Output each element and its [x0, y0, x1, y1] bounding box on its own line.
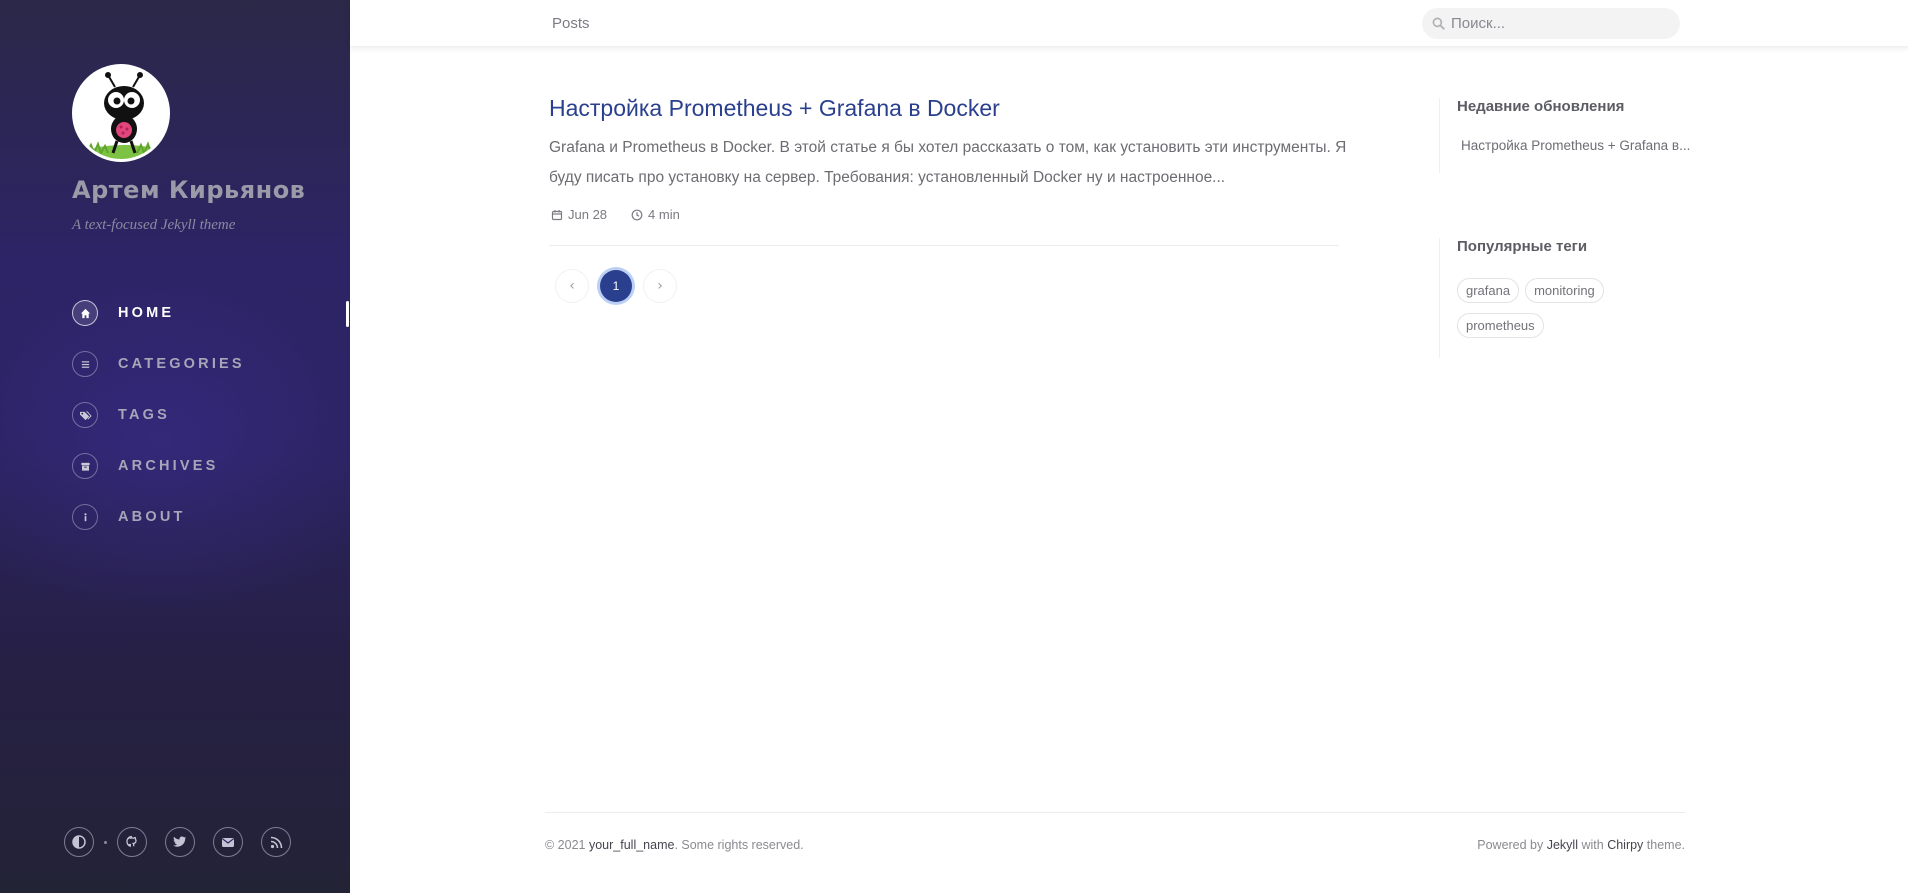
post-divider [549, 245, 1339, 246]
site-subtitle: A text-focused Jekyll theme [72, 217, 236, 233]
post-excerpt: Grafana и Prometheus в Docker. В этой ст… [549, 139, 1347, 186]
recent-update-link[interactable]: Настройка Prometheus + Grafana в... [1461, 138, 1690, 153]
email-icon[interactable] [213, 827, 243, 857]
powered-prefix: Powered by [1477, 838, 1547, 852]
powered-with: with [1578, 838, 1608, 852]
author-link[interactable]: your_full_name [589, 838, 674, 852]
avatar[interactable] [72, 64, 170, 162]
tag-list: grafana monitoring prometheus [1457, 278, 1687, 348]
clock-icon [631, 209, 643, 220]
pagination: ‹ 1 › [556, 270, 688, 302]
sidebar-item-label: HOME [118, 305, 175, 321]
topbar: Posts [350, 0, 1908, 47]
chirpy-link[interactable]: Chirpy [1607, 838, 1643, 852]
list-icon [72, 351, 98, 377]
prev-page-button[interactable]: ‹ [556, 270, 588, 302]
rss-icon[interactable] [261, 827, 291, 857]
search-icon [1432, 17, 1445, 30]
tags-icon [72, 402, 98, 428]
sidebar-item-label: ABOUT [118, 509, 186, 525]
powered-suffix: theme. [1643, 838, 1685, 852]
footer-divider [545, 812, 1685, 813]
archive-icon [72, 453, 98, 479]
home-icon [72, 300, 98, 326]
github-icon[interactable] [117, 827, 147, 857]
tag-prometheus[interactable]: prometheus [1457, 313, 1544, 338]
copyright-suffix: . Some rights reserved. [674, 838, 804, 852]
search-box[interactable] [1422, 8, 1680, 39]
sidebar-item-about[interactable]: ABOUT [72, 504, 342, 530]
sidebar-item-home[interactable]: HOME [72, 300, 342, 326]
sidebar-item-tags[interactable]: TAGS [72, 402, 342, 428]
sidebar-bottom-links [64, 827, 309, 857]
next-page-button[interactable]: › [644, 270, 676, 302]
calendar-icon [551, 209, 563, 220]
popular-tags-heading: Популярные теги [1457, 238, 1588, 255]
site-title[interactable]: Артем Кирьянов [72, 176, 305, 204]
twitter-icon[interactable] [165, 827, 195, 857]
post-date: Jun 28 [551, 207, 607, 222]
sidebar: Артем Кирьянов A text-focused Jekyll the… [0, 0, 350, 893]
sidebar-item-archives[interactable]: ARCHIVES [72, 453, 342, 479]
current-page-button[interactable]: 1 [600, 270, 632, 302]
recent-updates-heading: Недавние обновления [1457, 98, 1625, 115]
post-title-link[interactable]: Настройка Prometheus + Grafana в Docker [549, 95, 1000, 122]
sidebar-item-label: TAGS [118, 407, 171, 423]
powered-by-text: Powered by Jekyll with Chirpy theme. [1477, 838, 1685, 852]
sidebar-item-categories[interactable]: CATEGORIES [72, 351, 342, 377]
post-date-text: Jun 28 [568, 207, 608, 222]
tag-grafana[interactable]: grafana [1457, 278, 1520, 303]
post-read-time: 4 min [631, 207, 680, 222]
post-read-time-text: 4 min [648, 207, 680, 222]
post-meta: Jun 28 4 min [551, 207, 704, 222]
copyright-text: © 2021 your_full_name. Some rights reser… [545, 838, 804, 852]
active-nav-indicator [346, 301, 349, 327]
sidebar-item-label: ARCHIVES [118, 458, 219, 474]
tag-monitoring[interactable]: monitoring [1525, 278, 1604, 303]
breadcrumb: Posts [552, 15, 590, 32]
copyright-prefix: © 2021 [545, 838, 589, 852]
separator-dot [104, 840, 107, 844]
jekyll-link[interactable]: Jekyll [1547, 838, 1578, 852]
theme-toggle-icon[interactable] [64, 827, 94, 857]
ant-avatar-image [84, 72, 164, 159]
popular-tags-panel: Популярные теги grafana monitoring prome… [1439, 238, 1699, 358]
info-icon [72, 504, 98, 530]
sidebar-item-label: CATEGORIES [118, 356, 245, 372]
search-input[interactable] [1451, 15, 1671, 32]
recent-updates-panel: Недавние обновления Настройка Prometheus… [1439, 98, 1690, 173]
